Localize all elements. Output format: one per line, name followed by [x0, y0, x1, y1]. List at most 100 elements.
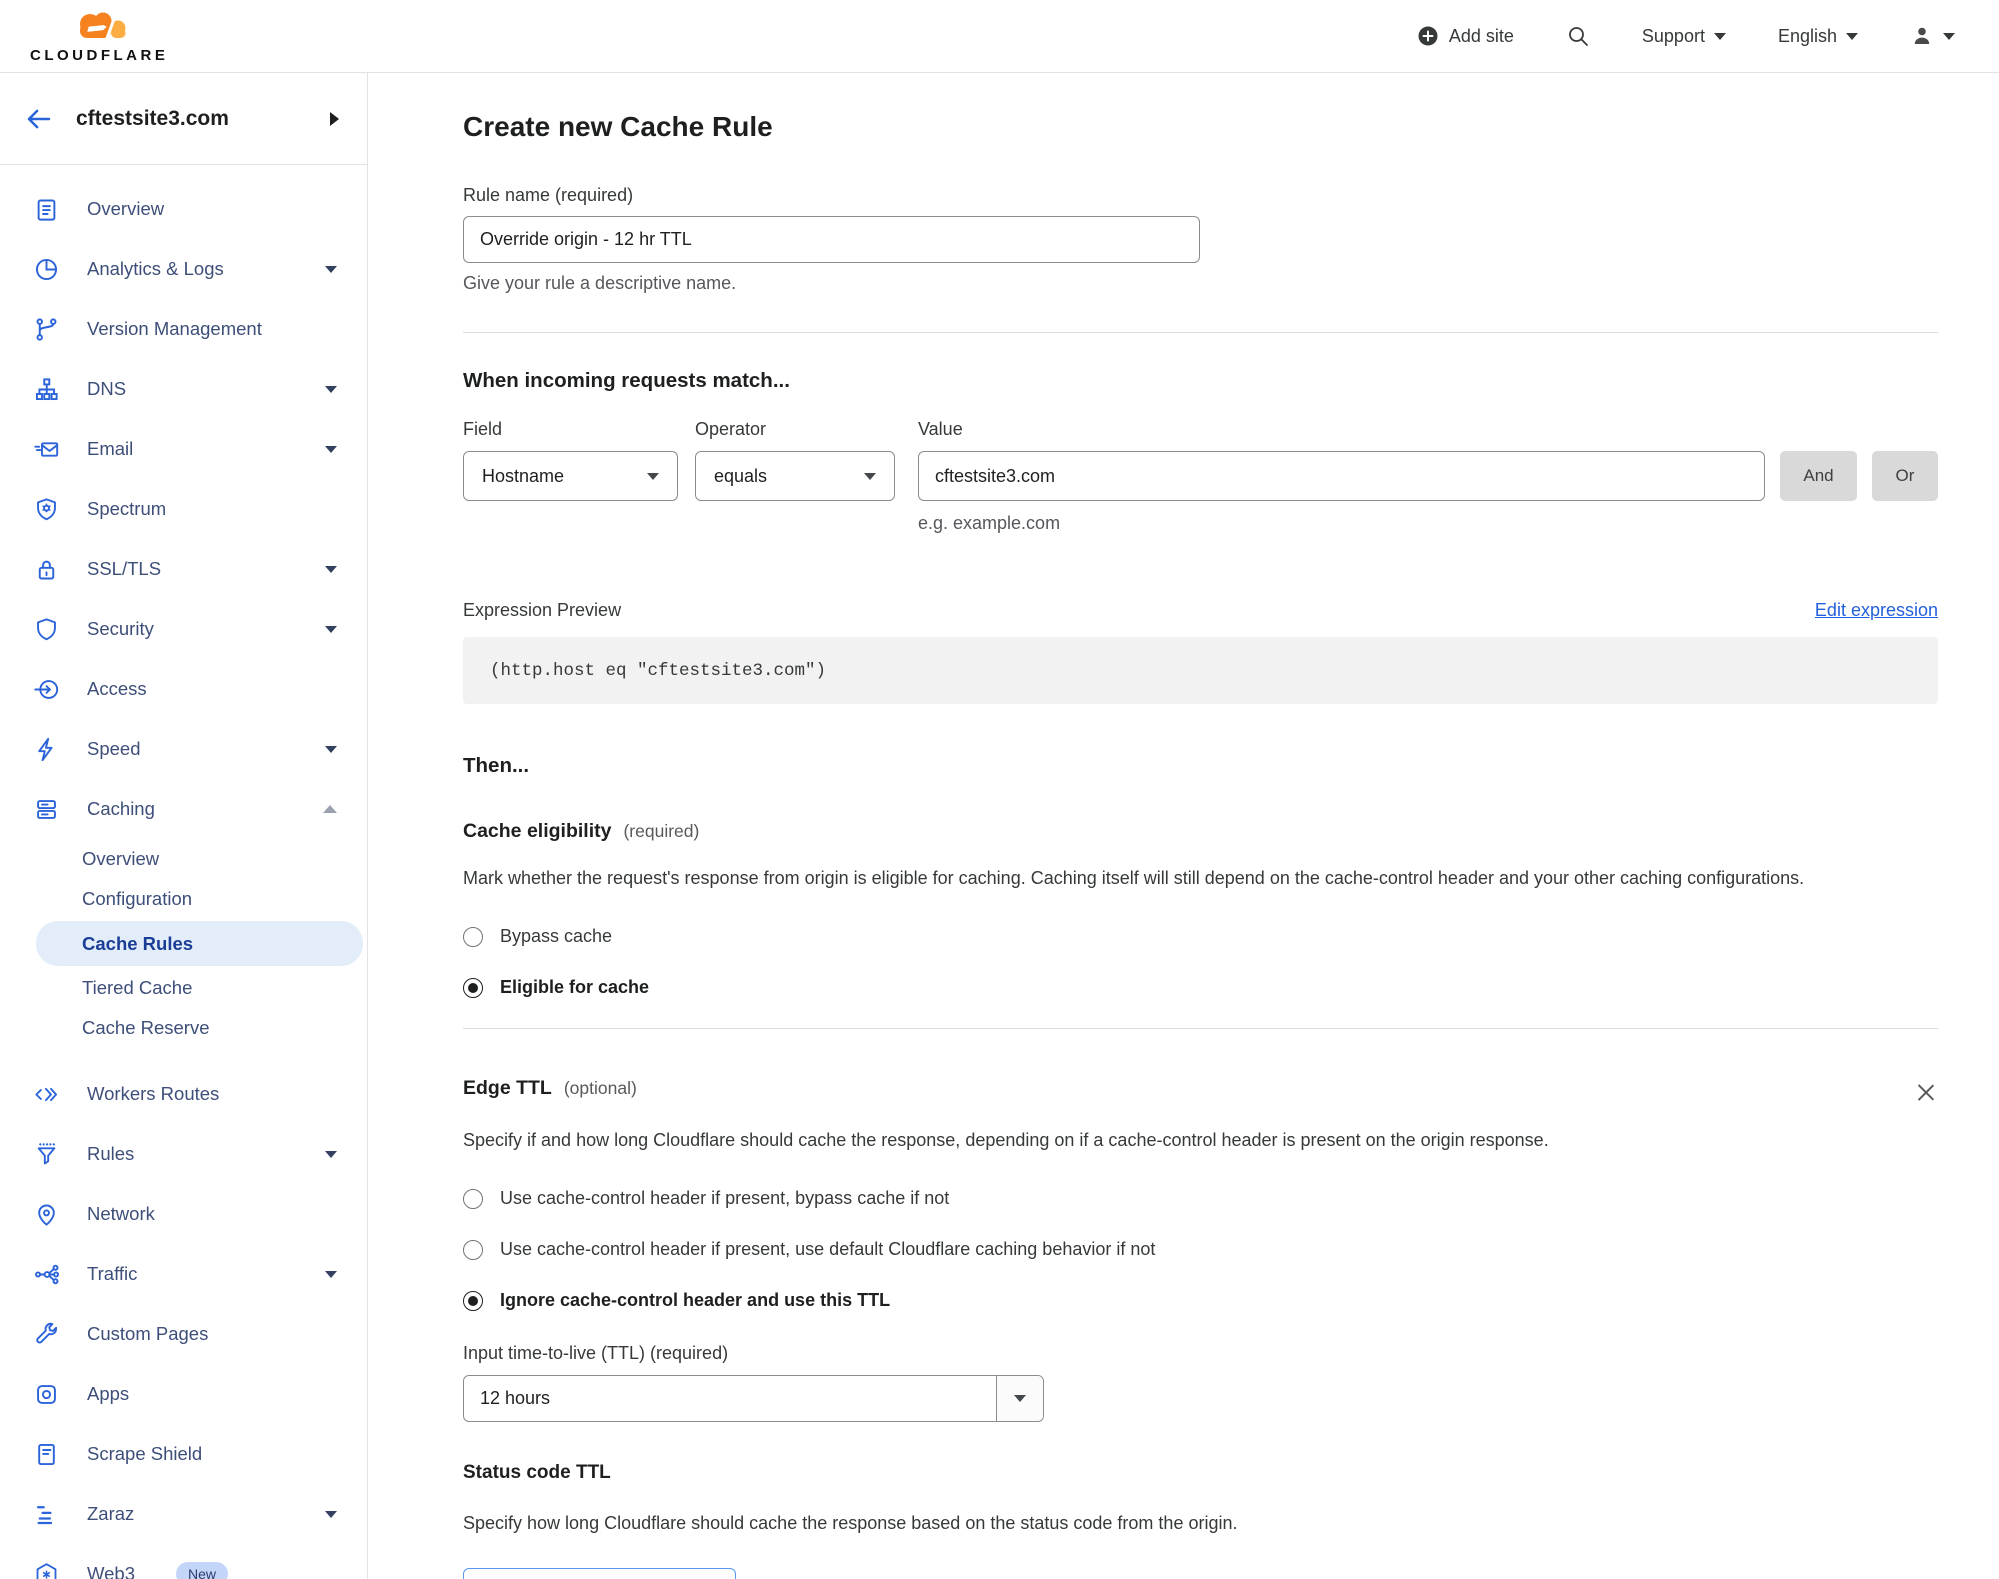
optional-tag: (optional): [563, 1078, 637, 1098]
chevron-down-icon: [325, 625, 337, 633]
cloudflare-logo[interactable]: CLOUDFLARE: [16, 8, 168, 64]
chevron-down-icon: [325, 445, 337, 453]
chevron-down-icon: [325, 1510, 337, 1518]
rule-name-input[interactable]: [463, 216, 1200, 263]
chevron-down-icon: [1846, 32, 1858, 40]
code-brackets-icon: [33, 1081, 60, 1108]
rule-name-helper: Give your rule a descriptive name.: [463, 273, 737, 293]
site-header: cftestsite3.com: [0, 73, 367, 165]
top-bar: CLOUDFLARE Add site Support English: [0, 0, 1999, 73]
radio-use-header-default[interactable]: Use cache-control header if present, use…: [463, 1239, 1938, 1260]
shield-icon: [33, 616, 60, 643]
back-arrow-icon[interactable]: [24, 104, 54, 134]
page-title: Create new Cache Rule: [463, 111, 773, 142]
sidebar-item-network[interactable]: Network: [0, 1184, 367, 1244]
wrench-icon: [33, 1321, 60, 1348]
lock-icon: [33, 556, 60, 583]
value-input[interactable]: [918, 451, 1765, 501]
value-helper: e.g. example.com: [918, 513, 1061, 533]
sidebar-item-security[interactable]: Security: [0, 599, 367, 659]
support-label: Support: [1641, 25, 1705, 46]
sidebar-item-speed[interactable]: Speed: [0, 719, 367, 779]
sidebar-item-caching[interactable]: Caching: [0, 779, 367, 839]
site-name: cftestsite3.com: [76, 106, 229, 130]
ttl-input-label: Input time-to-live (TTL) (required): [463, 1343, 729, 1363]
sidebar-item-dns[interactable]: DNS: [0, 359, 367, 419]
ttl-select-caret-button[interactable]: [996, 1376, 1043, 1421]
language-menu[interactable]: English: [1778, 26, 1858, 47]
cloudflare-cloud-icon: [67, 8, 131, 49]
language-label: English: [1777, 25, 1837, 46]
cache-eligibility-heading: Cache eligibility: [463, 820, 612, 842]
sidebar-item-rules[interactable]: Rules: [0, 1124, 367, 1184]
chevron-down-icon: [1014, 1395, 1026, 1402]
add-site-label: Add site: [1448, 25, 1514, 46]
main-content: Create new Cache Rule Rule name (require…: [368, 73, 1999, 1579]
close-icon[interactable]: [1914, 1081, 1938, 1105]
sidebar-item-ssl-tls[interactable]: SSL/TLS: [0, 539, 367, 599]
sidebar-item-analytics-logs[interactable]: Analytics & Logs: [0, 239, 367, 299]
sidebar-item-web3[interactable]: Web3 New: [0, 1544, 367, 1579]
sidebar-item-access[interactable]: Access: [0, 659, 367, 719]
section-divider: [463, 1028, 1938, 1029]
support-menu[interactable]: Support: [1642, 26, 1726, 47]
then-heading: Then...: [463, 754, 530, 777]
radio-bypass-cache[interactable]: Bypass cache: [463, 926, 1938, 947]
cache-eligibility-heading-row: Cache eligibility (required): [463, 820, 1938, 843]
sidebar-subitem-cache-reserve[interactable]: Cache Reserve: [0, 1008, 367, 1048]
site-switcher-caret-icon[interactable]: [330, 111, 339, 126]
chevron-down-icon: [325, 745, 337, 753]
search-icon: [1566, 24, 1590, 48]
radio-circle-icon: [463, 1239, 483, 1260]
sidebar-subitem-tiered-cache[interactable]: Tiered Cache: [0, 968, 367, 1008]
expression-row: Expression Preview Edit expression: [463, 600, 1938, 621]
edit-expression-link[interactable]: Edit expression: [1815, 600, 1938, 621]
branch-icon: [33, 316, 60, 343]
sidebar-item-zaraz[interactable]: Zaraz: [0, 1484, 367, 1544]
search-button[interactable]: [1566, 24, 1590, 48]
ttl-select[interactable]: 12 hours: [463, 1375, 1044, 1422]
sidebar-item-workers-routes[interactable]: Workers Routes: [0, 1064, 367, 1124]
match-row: Field Hostname Operator equals Value And…: [463, 419, 1938, 501]
account-menu[interactable]: [1910, 24, 1955, 48]
sidebar-item-overview[interactable]: Overview: [0, 179, 367, 239]
radio-eligible-for-cache[interactable]: Eligible for cache: [463, 977, 1938, 998]
map-pin-icon: [33, 1201, 60, 1228]
sidebar-subitem-configuration[interactable]: Configuration: [0, 879, 367, 919]
radio-selected-icon: [463, 1290, 483, 1311]
expression-code: (http.host eq "cftestsite3.com"): [463, 637, 1938, 704]
sidebar-item-scrape-shield[interactable]: Scrape Shield: [0, 1424, 367, 1484]
sidebar-subitem-caching-overview[interactable]: Overview: [0, 839, 367, 879]
expression-preview-label: Expression Preview: [463, 600, 622, 620]
app-square-icon: [33, 1381, 60, 1408]
sidebar-item-version-management[interactable]: Version Management: [0, 299, 367, 359]
add-status-code-button[interactable]: + Add status code setting: [463, 1568, 737, 1579]
radio-circle-icon: [463, 926, 483, 947]
radio-circle-icon: [463, 1188, 483, 1209]
web3-cube-icon: [33, 1561, 60, 1579]
radio-selected-icon: [463, 977, 483, 998]
sidebar: cftestsite3.com Overview Analytics & Log…: [0, 73, 368, 1579]
status-code-description: Specify how long Cloudflare should cache…: [463, 1513, 1238, 1533]
zaraz-bars-icon: [33, 1501, 60, 1528]
sidebar-subitem-cache-rules-active[interactable]: Cache Rules: [36, 921, 363, 966]
operator-select[interactable]: equals: [695, 451, 895, 501]
add-circle-icon: [1416, 24, 1440, 48]
add-site-button[interactable]: Add site: [1416, 24, 1514, 48]
field-select[interactable]: Hostname: [463, 451, 678, 501]
sidebar-item-spectrum[interactable]: Spectrum: [0, 479, 367, 539]
server-stack-icon: [33, 796, 60, 823]
sidebar-item-email[interactable]: Email: [0, 419, 367, 479]
lightning-icon: [33, 736, 60, 763]
or-button[interactable]: Or: [1872, 451, 1938, 501]
edge-ttl-heading: Edge TTL: [463, 1077, 552, 1099]
chevron-down-icon: [325, 1270, 337, 1278]
user-icon: [1910, 24, 1934, 48]
sidebar-item-traffic[interactable]: Traffic: [0, 1244, 367, 1304]
sidebar-item-apps[interactable]: Apps: [0, 1364, 367, 1424]
and-button[interactable]: And: [1780, 451, 1857, 501]
chevron-down-icon: [325, 1150, 337, 1158]
radio-use-header-bypass[interactable]: Use cache-control header if present, byp…: [463, 1188, 1938, 1209]
sidebar-item-custom-pages[interactable]: Custom Pages: [0, 1304, 367, 1364]
radio-ignore-header-ttl[interactable]: Ignore cache-control header and use this…: [463, 1290, 1938, 1311]
